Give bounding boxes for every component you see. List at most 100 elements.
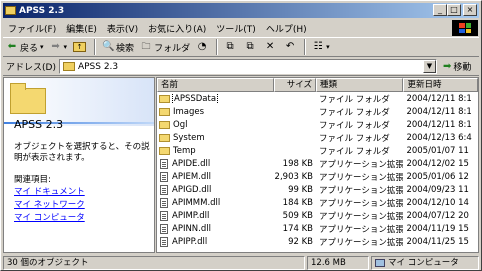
computer-icon [375,258,385,267]
undo-icon: ↶ [285,41,295,52]
file-name: Images [173,106,205,117]
address-value: APSS 2.3 [77,61,119,72]
up-folder-button[interactable]: ↑ [70,38,91,56]
file-row[interactable]: APIPP.dll 92 KB アプリケーション拡張 2004/11/25 15 [157,235,478,248]
menu-file[interactable]: ファイル(F) [3,22,61,35]
explorer-window: APSS 2.3 _ □ × ファイル(F) 編集(E) 表示(V) お気に入り… [0,0,482,271]
file-size: 92 KB [288,236,313,247]
column-header-date[interactable]: 更新日時 [403,78,478,92]
go-label: 移動 [453,63,472,73]
folders-button[interactable]: 🗀 フォルダ [137,38,193,56]
folder-tree-icon: 🗀 [141,42,151,52]
file-size: 184 KB [282,197,313,208]
folder-title: APSS 2.3 [14,118,64,131]
file-type: アプリケーション拡張 [319,224,404,235]
menu-view[interactable]: 表示(V) [102,22,143,35]
link-my-network[interactable]: マイ ネットワーク [14,199,85,212]
dll-file-icon [160,171,168,182]
status-object-count: 30 個のオブジェクト [3,255,305,270]
window-title: APSS 2.3 [19,5,65,16]
file-row[interactable]: Ogl ファイル フォルダ 2004/12/11 8:1 [157,118,478,131]
go-button[interactable]: ➡ 移動 [443,60,471,73]
column-headers: 名前 サイズ 種類 更新日時 [157,78,478,92]
file-name-cell: Ogl [157,120,274,130]
file-row[interactable]: System ファイル フォルダ 2004/12/13 6:4 [157,131,478,144]
file-row[interactable]: APSSData ファイル フォルダ 2004/12/11 8:1 [157,92,478,105]
delete-button[interactable]: ✕ [261,38,281,56]
address-label: アドレス(D) [6,63,56,73]
file-name-cell: APIMP.dll [157,210,274,221]
menu-edit[interactable]: 編集(E) [61,22,102,35]
file-row[interactable]: APINN.dll 174 KB アプリケーション拡張 2004/11/19 15 [157,222,478,235]
file-date: 2004/12/11 8:1 [406,119,472,130]
title-bar[interactable]: APSS 2.3 _ □ × [3,3,479,18]
file-row[interactable]: APIMP.dll 509 KB アプリケーション拡張 2004/07/12 20 [157,209,478,222]
link-my-computer[interactable]: マイ コンピュータ [14,212,85,225]
file-name-cell: Images [157,107,274,117]
column-header-type[interactable]: 種類 [316,78,404,92]
minimize-button[interactable]: _ [433,4,447,16]
file-row[interactable]: APIEM.dll 2,903 KB アプリケーション拡張 2005/01/06 12 [157,170,478,183]
maximize-button[interactable]: □ [447,4,461,16]
file-date: 2004/09/23 11 [406,184,469,195]
folder-icon [159,146,170,155]
file-type: アプリケーション拡張 [319,185,404,196]
file-type: ファイル フォルダ [319,133,390,144]
file-row[interactable]: Images ファイル フォルダ 2004/12/11 8:1 [157,105,478,118]
dll-file-icon [160,184,168,195]
file-size: 509 KB [282,210,313,221]
history-button[interactable]: ◔ [193,38,213,56]
go-arrow-icon: ➡ [442,61,452,72]
back-button[interactable]: ⬅ 戻る ▾ [3,38,47,56]
forward-button[interactable]: ➡ ▾ [47,38,71,56]
file-name-cell: System [157,133,274,143]
file-type: アプリケーション拡張 [319,159,404,170]
toolbar-separator [304,39,307,55]
column-header-name[interactable]: 名前 [157,78,275,92]
file-name-cell: APIGD.dll [157,184,274,195]
menu-favorites[interactable]: お気に入り(A) [143,22,211,35]
menu-help[interactable]: ヘルプ(H) [261,22,312,35]
folder-icon [159,94,170,103]
file-date: 2004/11/19 15 [406,223,469,234]
file-name: Ogl [173,119,188,130]
move-to-icon: ⧉ [226,41,234,52]
folder-description: オブジェクトを選択すると、その説明が表示されます。 [14,142,150,163]
file-date: 2005/01/07 11 [406,145,469,156]
file-row[interactable]: Temp ファイル フォルダ 2005/01/07 11 [157,144,478,157]
file-name: APIDE.dll [172,158,211,169]
delete-icon: ✕ [265,41,275,52]
file-type: ファイル フォルダ [319,107,390,118]
search-button[interactable]: 🔍 検索 [99,38,137,56]
file-row[interactable]: APIDE.dll 198 KB アプリケーション拡張 2004/12/02 15 [157,157,478,170]
folder-icon [159,133,170,142]
folder-icon [159,120,170,129]
file-name-cell: APIMMM.dll [157,197,274,208]
menu-tools[interactable]: ツール(T) [211,22,261,35]
file-name: Temp [173,145,196,156]
copy-to-icon: ⧉ [246,41,254,52]
dll-file-icon [160,158,168,169]
move-to-button[interactable]: ⧉ [221,38,241,56]
file-date: 2004/12/13 6:4 [406,132,472,143]
undo-button[interactable]: ↶ [281,38,301,56]
file-row[interactable]: APIMMM.dll 184 KB アプリケーション拡張 2004/12/10 14 [157,196,478,209]
views-button[interactable]: ☷ ▾ [309,38,333,56]
link-my-documents[interactable]: マイ ドキュメント [14,186,85,199]
views-icon: ☷ [313,41,323,52]
address-input[interactable]: APSS 2.3 ▼ [58,59,437,74]
column-header-size[interactable]: サイズ [274,78,317,92]
file-row[interactable]: APIGD.dll 99 KB アプリケーション拡張 2004/09/23 11 [157,183,478,196]
status-location-label: マイ コンピュータ [388,257,459,268]
search-label: 検索 [116,43,135,54]
copy-to-button[interactable]: ⧉ [241,38,261,56]
file-size: 174 KB [282,223,313,234]
file-date: 2004/12/11 8:1 [406,106,472,117]
folder-icon [159,107,170,116]
chevron-down-icon[interactable]: ▼ [422,60,436,73]
forward-arrow-icon: ➡ [51,41,60,52]
file-name: APIPP.dll [172,236,208,247]
file-type: アプリケーション拡張 [319,237,404,248]
close-button[interactable]: × [463,4,477,16]
file-size: 2,903 KB [274,171,313,182]
